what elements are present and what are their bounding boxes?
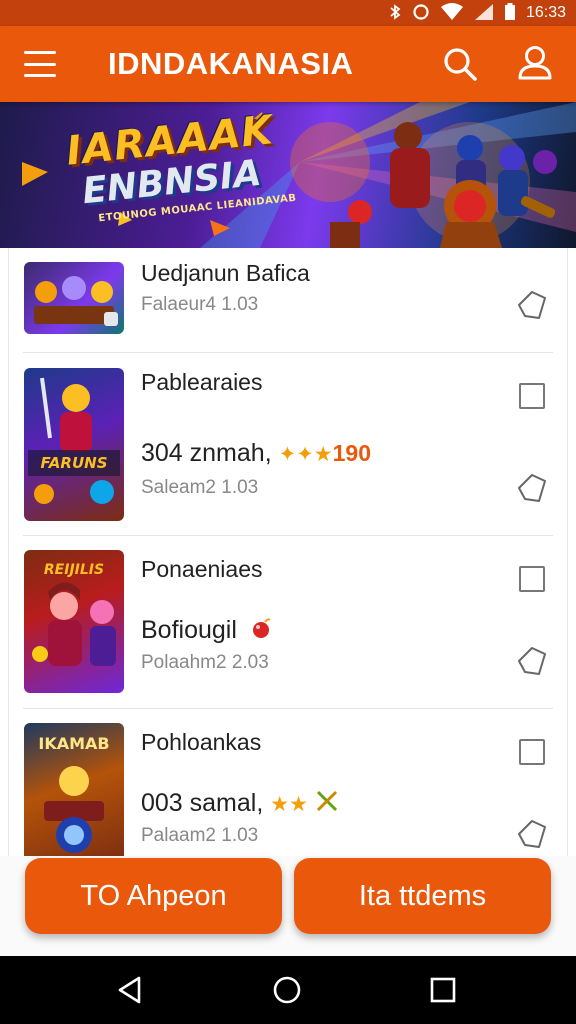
search-icon[interactable] — [440, 44, 480, 84]
system-nav-bar — [0, 956, 576, 1024]
thumbnail-text: FARUNS — [40, 454, 107, 472]
hamburger-menu-icon[interactable] — [22, 48, 58, 80]
game-thumbnail: REIJILIS — [24, 550, 124, 693]
bomb-icon — [250, 616, 272, 647]
item-title: Uedjanun Bafica — [141, 260, 310, 286]
item-detail-text: 304 znmah, — [141, 439, 272, 467]
app-title: IDNDAKANASIA — [108, 46, 354, 81]
item-meta: Polaahm2 2.03 — [141, 652, 269, 673]
promo-banner[interactable]: IARAAAK ENBNSIA ETOUNOG MOUAAC LIEANIDAV… — [0, 102, 576, 248]
list-item[interactable]: REIJILIS Ponaeniaes Bofiougil Polaahm2 2… — [9, 536, 567, 708]
back-triangle-icon[interactable] — [115, 974, 147, 1006]
recents-square-icon[interactable] — [427, 974, 459, 1006]
item-title: Ponaeniaes — [141, 556, 263, 582]
status-bar: 16:33 — [0, 0, 576, 26]
item-detail: Bofiougil — [141, 616, 272, 647]
signal-icon — [474, 3, 494, 24]
app-bar: IDNDAKANASIA — [0, 26, 576, 102]
item-detail: 304 znmah, ✦✦★190 — [141, 439, 371, 468]
tag-icon[interactable] — [515, 288, 549, 322]
battery-icon — [504, 2, 516, 24]
item-title: Pablearaies — [141, 369, 263, 395]
item-detail-text: 003 samal, — [141, 789, 264, 818]
item-detail: 003 samal, ★★ — [141, 789, 339, 820]
tag-icon[interactable] — [515, 817, 549, 851]
crossed-swords-icon — [315, 789, 339, 820]
game-thumbnail: FARUNS — [24, 368, 124, 521]
list-item[interactable]: Uedjanun Bafica Falaeur4 1.03 — [9, 248, 567, 352]
game-thumbnail: IKAMAB — [24, 723, 124, 856]
home-circle-icon[interactable] — [271, 974, 303, 1006]
tag-icon[interactable] — [515, 644, 549, 678]
stars-rating: ✦✦★ — [278, 443, 333, 466]
alarm-icon — [412, 3, 430, 24]
item-checkbox[interactable] — [519, 739, 545, 765]
status-time: 16:33 — [525, 4, 566, 21]
item-checkbox[interactable] — [519, 383, 545, 409]
item-meta: Palaam2 1.03 — [141, 825, 259, 846]
game-thumbnail — [24, 262, 124, 334]
thumbnail-text: REIJILIS — [44, 562, 104, 578]
left-action-button[interactable]: TO Ahpeon — [25, 858, 282, 934]
bottom-action-area: TO Ahpeon Ita ttdems — [0, 856, 576, 956]
profile-icon[interactable] — [514, 42, 556, 84]
thumbnail-text: IKAMAB — [38, 734, 109, 753]
item-meta: Falaeur4 1.03 — [141, 294, 259, 315]
item-meta: Saleam2 1.03 — [141, 477, 259, 498]
item-score: 190 — [332, 440, 371, 466]
item-detail-text: Bofiougil — [141, 616, 237, 645]
item-checkbox[interactable] — [519, 566, 545, 592]
list-item[interactable]: IKAMAB Pohloankas 003 samal, ★★ Palaam2 … — [9, 709, 567, 856]
wifi-icon — [440, 2, 464, 24]
stars-rating: ★★ — [270, 793, 308, 817]
tag-icon[interactable] — [515, 471, 549, 505]
bluetooth-icon — [388, 3, 402, 23]
item-title: Pohloankas — [141, 729, 262, 755]
right-action-button[interactable]: Ita ttdems — [294, 858, 551, 934]
game-list[interactable]: Uedjanun Bafica Falaeur4 1.03 FARUNS Pab… — [8, 248, 568, 856]
list-item[interactable]: FARUNS Pablearaies 304 znmah, ✦✦★190 Sal… — [9, 353, 567, 535]
